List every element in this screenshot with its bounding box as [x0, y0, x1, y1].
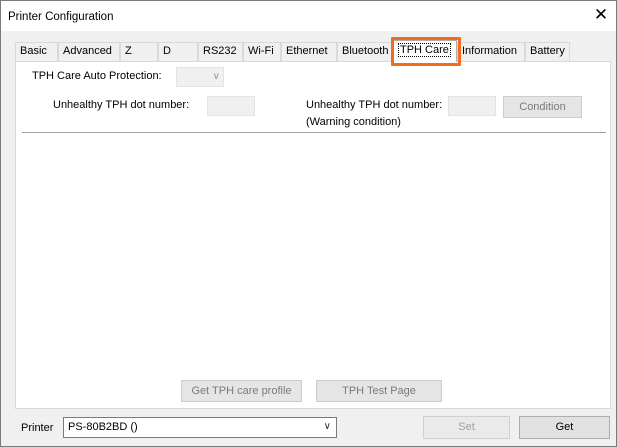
get-button[interactable]: Get — [519, 416, 610, 439]
tab-label: Advanced — [63, 45, 112, 57]
section-divider — [22, 132, 606, 133]
tph-test-page-button[interactable]: TPH Test Page — [316, 380, 442, 402]
chevron-down-icon: ∨ — [212, 71, 220, 82]
tab-rs232[interactable]: RS232 — [198, 42, 243, 61]
tab-label: Information — [462, 45, 518, 57]
tab-label: D — [163, 45, 171, 57]
set-button[interactable]: Set — [423, 416, 510, 439]
tab-advanced[interactable]: Advanced — [58, 42, 120, 61]
tab-label: Bluetooth — [342, 45, 389, 57]
tab-basic[interactable]: Basic — [15, 42, 58, 61]
tab-bluetooth[interactable]: Bluetooth — [337, 42, 395, 61]
printer-label: Printer — [21, 422, 54, 434]
tab-label: Wi-Fi — [248, 45, 274, 57]
auto-protection-select[interactable]: ∨ — [176, 67, 224, 87]
tab-tph-care[interactable]: TPH Care — [393, 40, 457, 62]
unhealthy-dot-warning-input[interactable] — [448, 96, 496, 116]
tab-d[interactable]: D — [158, 42, 198, 61]
tab-wifi[interactable]: Wi-Fi — [243, 42, 281, 61]
printer-select-value: PS-80B2BD () — [68, 421, 138, 433]
title-bar: Printer Configuration ✕ — [1, 1, 616, 31]
tab-z[interactable]: Z — [120, 42, 158, 61]
tab-label: TPH Care — [398, 43, 451, 57]
tph-care-panel: TPH Care Auto Protection: ∨ Unhealthy TP… — [15, 61, 611, 409]
printer-select[interactable]: PS-80B2BD () ∨ — [63, 417, 337, 438]
warning-condition-label: (Warning condition) — [306, 116, 401, 128]
tab-label: Battery — [530, 45, 565, 57]
tab-strip: Basic Advanced Z D RS232 Wi-Fi Ethernet … — [15, 40, 590, 62]
unhealthy-dot-label: Unhealthy TPH dot number: — [53, 99, 190, 111]
tab-label: Z — [125, 45, 132, 57]
tab-battery[interactable]: Battery — [525, 42, 570, 61]
printer-config-window: Printer Configuration ✕ Basic Advanced Z… — [0, 0, 617, 447]
unhealthy-dot-warning-label: Unhealthy TPH dot number: — [306, 99, 443, 111]
chevron-down-icon: ∨ — [323, 421, 331, 432]
auto-protection-label: TPH Care Auto Protection: — [32, 70, 162, 82]
tab-information[interactable]: Information — [457, 42, 525, 61]
tab-label: Ethernet — [286, 45, 328, 57]
close-icon[interactable]: ✕ — [586, 1, 616, 31]
tab-ethernet[interactable]: Ethernet — [281, 42, 337, 61]
get-tph-care-profile-button[interactable]: Get TPH care profile — [181, 380, 302, 402]
condition-button[interactable]: Condition — [503, 96, 582, 118]
tab-label: RS232 — [203, 45, 237, 57]
unhealthy-dot-input[interactable] — [207, 96, 255, 116]
tab-label: Basic — [20, 45, 47, 57]
window-title: Printer Configuration — [8, 11, 114, 23]
